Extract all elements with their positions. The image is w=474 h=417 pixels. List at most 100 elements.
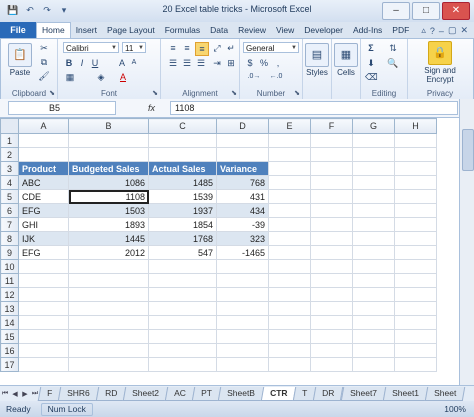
- cell[interactable]: [148, 287, 217, 302]
- cell[interactable]: [68, 259, 149, 274]
- italic-button[interactable]: I: [76, 57, 88, 69]
- decrease-decimal-icon[interactable]: ←.0: [266, 71, 286, 83]
- row-header[interactable]: 3: [0, 161, 19, 176]
- cell[interactable]: [268, 329, 311, 344]
- cell[interactable]: [68, 133, 149, 148]
- cell[interactable]: [148, 343, 217, 358]
- cell[interactable]: [352, 301, 395, 316]
- table-header-cell[interactable]: Product: [18, 161, 69, 176]
- cell[interactable]: [352, 175, 395, 190]
- cell[interactable]: [352, 273, 395, 288]
- column-header[interactable]: F: [310, 118, 353, 134]
- column-header[interactable]: D: [216, 118, 269, 134]
- tab-insert[interactable]: Insert: [71, 23, 102, 38]
- row-header[interactable]: 2: [0, 147, 19, 162]
- cell[interactable]: [310, 357, 353, 372]
- cell[interactable]: [216, 315, 269, 330]
- cell[interactable]: [148, 315, 217, 330]
- cell[interactable]: [310, 301, 353, 316]
- minimize-button[interactable]: –: [382, 2, 410, 20]
- column-header[interactable]: G: [352, 118, 395, 134]
- first-sheet-icon[interactable]: ⏮: [0, 390, 10, 398]
- cell[interactable]: [18, 315, 69, 330]
- table-cell[interactable]: GHI: [18, 217, 69, 232]
- percent-button[interactable]: %: [258, 57, 270, 69]
- tab-data[interactable]: Data: [205, 23, 233, 38]
- cell[interactable]: [68, 357, 149, 372]
- cell[interactable]: [216, 273, 269, 288]
- alignment-launcher-icon[interactable]: ⬊: [231, 89, 237, 97]
- cell[interactable]: [68, 329, 149, 344]
- formula-input[interactable]: 1108: [170, 101, 458, 115]
- cell[interactable]: [310, 273, 353, 288]
- cell[interactable]: [394, 133, 437, 148]
- table-cell[interactable]: 434: [216, 203, 269, 218]
- cell[interactable]: [394, 315, 437, 330]
- cell[interactable]: [216, 301, 269, 316]
- cell[interactable]: [352, 217, 395, 232]
- column-header[interactable]: C: [148, 118, 217, 134]
- cell[interactable]: [394, 287, 437, 302]
- window-restore-icon[interactable]: ▢: [448, 25, 457, 36]
- cell[interactable]: [310, 133, 353, 148]
- cell[interactable]: [68, 147, 149, 162]
- cells-button[interactable]: ▦ Cells: [334, 43, 358, 77]
- cell[interactable]: [268, 245, 311, 260]
- cell[interactable]: [18, 147, 69, 162]
- format-painter-icon[interactable]: 🖌: [37, 70, 51, 82]
- name-box[interactable]: B5: [8, 101, 116, 115]
- table-cell[interactable]: -39: [216, 217, 269, 232]
- row-header[interactable]: 6: [0, 203, 19, 218]
- table-cell[interactable]: -1465: [216, 245, 269, 260]
- paste-button[interactable]: 📋 Paste: [7, 43, 33, 77]
- cell[interactable]: [148, 147, 217, 162]
- restore-button[interactable]: □: [412, 2, 440, 20]
- align-center-icon[interactable]: ☰: [181, 57, 193, 69]
- cell[interactable]: [68, 287, 149, 302]
- next-sheet-icon[interactable]: ▶: [20, 390, 30, 398]
- cell[interactable]: [18, 343, 69, 358]
- cell[interactable]: [268, 357, 311, 372]
- cell[interactable]: [352, 133, 395, 148]
- row-header[interactable]: 10: [0, 259, 19, 274]
- cell[interactable]: [148, 329, 217, 344]
- orientation-icon[interactable]: ⤢: [211, 42, 223, 54]
- autosum-button[interactable]: Σ: [365, 42, 377, 54]
- sheet-tab-active[interactable]: CTR: [260, 386, 297, 401]
- table-header-cell[interactable]: Budgeted Sales: [68, 161, 149, 176]
- cell[interactable]: [310, 343, 353, 358]
- cell[interactable]: [394, 273, 437, 288]
- cell[interactable]: [268, 343, 311, 358]
- cell[interactable]: [18, 357, 69, 372]
- cell[interactable]: [216, 357, 269, 372]
- cell[interactable]: [268, 189, 311, 204]
- sheet-tab[interactable]: DR: [313, 386, 344, 401]
- cell[interactable]: [18, 259, 69, 274]
- cell[interactable]: [394, 329, 437, 344]
- cell[interactable]: [310, 329, 353, 344]
- cell[interactable]: [68, 315, 149, 330]
- align-right-icon[interactable]: ☰: [195, 57, 207, 69]
- row-header[interactable]: 8: [0, 231, 19, 246]
- cell[interactable]: [310, 217, 353, 232]
- cell[interactable]: [352, 287, 395, 302]
- sheet-tab[interactable]: SHR6: [57, 386, 100, 401]
- cell[interactable]: [18, 133, 69, 148]
- column-header[interactable]: H: [394, 118, 437, 134]
- tab-add-ins[interactable]: Add-Ins: [348, 23, 387, 38]
- insert-function-button[interactable]: fx: [148, 101, 155, 115]
- cell[interactable]: [352, 245, 395, 260]
- cell[interactable]: [310, 259, 353, 274]
- cell[interactable]: [352, 203, 395, 218]
- selected-cell[interactable]: 1108: [68, 189, 149, 204]
- cell[interactable]: [18, 301, 69, 316]
- tab-formulas[interactable]: Formulas: [160, 23, 205, 38]
- shrink-font-button[interactable]: A: [128, 57, 140, 69]
- table-cell[interactable]: 1445: [68, 231, 149, 246]
- help-icon[interactable]: ?: [430, 26, 435, 36]
- bold-button[interactable]: B: [63, 57, 75, 69]
- cell[interactable]: [310, 147, 353, 162]
- cell[interactable]: [268, 217, 311, 232]
- zoom-level[interactable]: 100%: [444, 404, 474, 414]
- cell[interactable]: [394, 231, 437, 246]
